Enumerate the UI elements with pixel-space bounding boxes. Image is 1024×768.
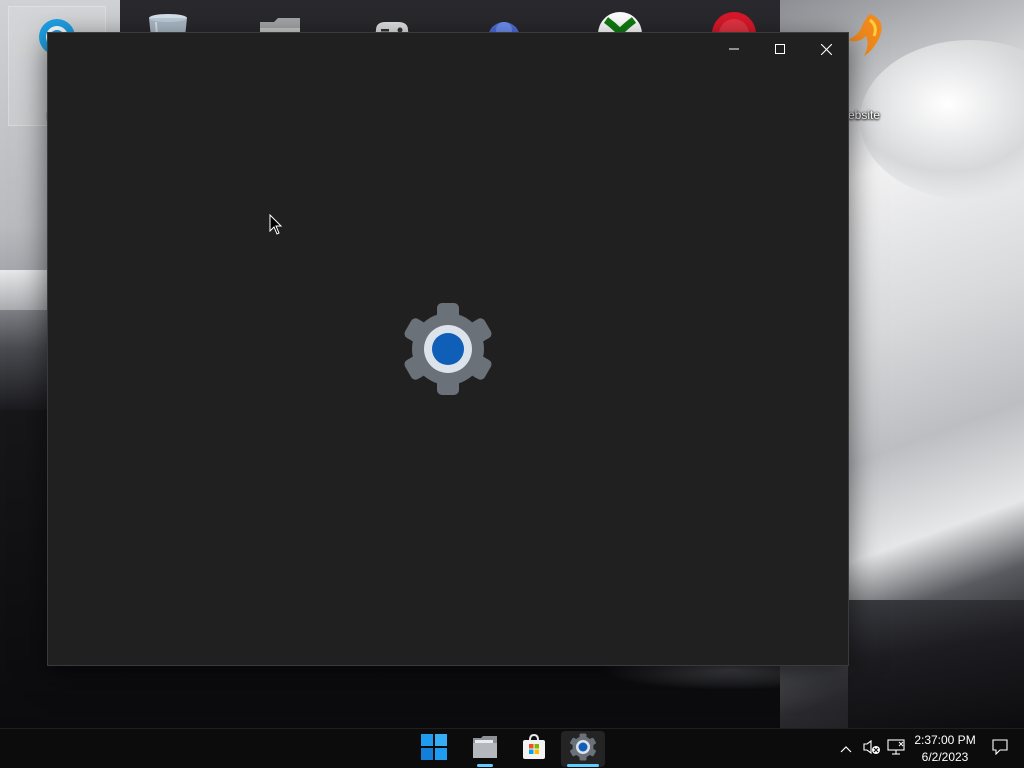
folder-icon bbox=[471, 734, 499, 765]
minimize-button[interactable] bbox=[711, 33, 757, 65]
volume-button[interactable] bbox=[860, 737, 884, 761]
maximize-button[interactable] bbox=[757, 33, 803, 65]
network-button[interactable] bbox=[884, 737, 908, 761]
active-indicator bbox=[567, 764, 599, 767]
taskbar-clock[interactable]: 2:37:00 PM 6/2/2023 bbox=[908, 732, 982, 766]
start-button[interactable] bbox=[412, 731, 456, 767]
close-button[interactable] bbox=[803, 33, 849, 65]
clock-time: 2:37:00 PM bbox=[914, 733, 976, 747]
network-disconnected-icon bbox=[887, 738, 905, 760]
chevron-up-icon bbox=[840, 740, 852, 758]
settings-gear-icon bbox=[569, 733, 597, 766]
mouse-cursor-icon bbox=[269, 213, 283, 236]
notification-icon bbox=[992, 738, 1008, 760]
close-icon bbox=[820, 43, 832, 55]
settings-window[interactable] bbox=[47, 32, 849, 666]
taskbar-microsoft-store[interactable] bbox=[512, 731, 556, 767]
taskbar-settings[interactable] bbox=[561, 731, 605, 767]
windows-logo-icon bbox=[421, 733, 447, 765]
taskbar: 2:37:00 PM 6/2/2023 bbox=[0, 728, 1024, 768]
maximize-icon bbox=[775, 44, 785, 54]
wallpaper-right-shadow bbox=[848, 600, 1024, 728]
settings-gear-icon bbox=[400, 301, 496, 397]
taskbar-file-explorer[interactable] bbox=[463, 731, 507, 767]
running-indicator bbox=[477, 764, 493, 767]
minimize-icon bbox=[729, 44, 739, 54]
window-titlebar[interactable] bbox=[48, 33, 848, 65]
store-bag-icon bbox=[520, 733, 548, 766]
volume-muted-icon bbox=[863, 739, 881, 760]
show-hidden-icons-button[interactable] bbox=[834, 737, 858, 761]
notification-center-button[interactable] bbox=[988, 737, 1012, 761]
clock-date: 6/2/2023 bbox=[921, 750, 969, 764]
